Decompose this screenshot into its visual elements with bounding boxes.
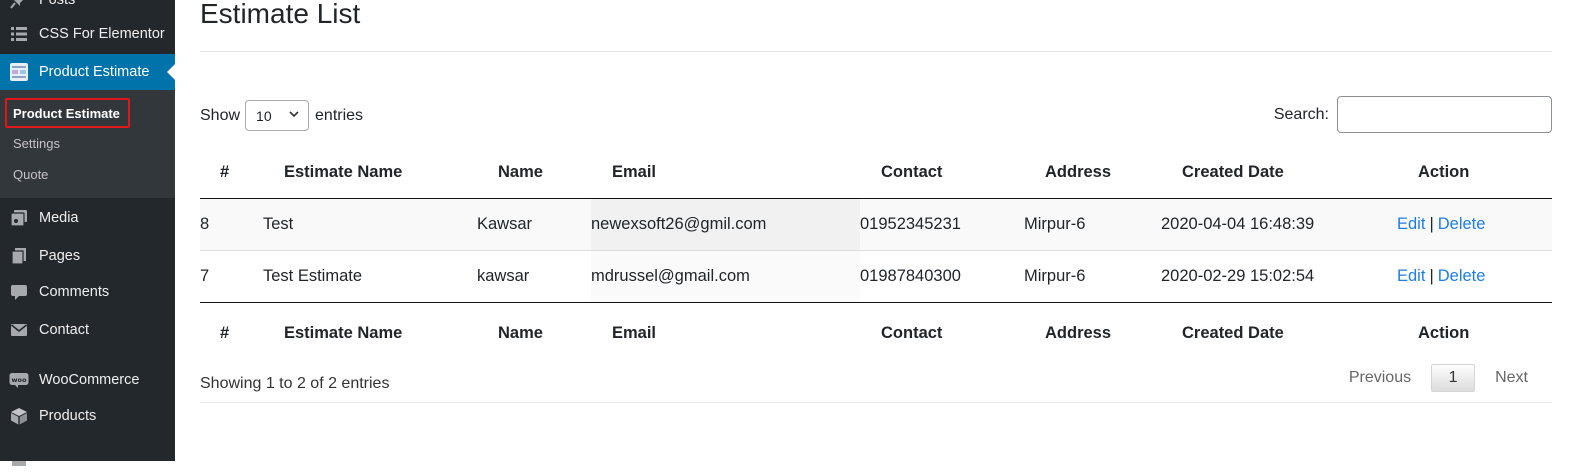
cell-estimate-name: Test <box>263 198 477 251</box>
sidebar-item-partial[interactable] <box>0 440 175 476</box>
search-control: Search: <box>1274 96 1552 133</box>
estimate-plugin-icon <box>9 62 29 82</box>
footer-header-action: Action <box>1397 302 1552 363</box>
sidebar-item-products[interactable]: Products <box>0 398 175 434</box>
search-input[interactable] <box>1337 96 1552 133</box>
chevron-down-icon <box>288 107 300 123</box>
submenu-item-quote[interactable]: Quote <box>13 167 48 182</box>
entries-label: entries <box>315 106 364 124</box>
footer-header-contact: Contact <box>860 302 1024 363</box>
pin-icon <box>9 0 29 10</box>
column-header-created-date[interactable]: Created Date <box>1161 146 1397 199</box>
sidebar-item-comments[interactable]: Comments <box>0 274 175 310</box>
pages-icon <box>9 246 29 266</box>
previous-page-button[interactable]: Previous <box>1339 369 1421 387</box>
page-title: Estimate List <box>200 0 361 29</box>
sidebar-item-label: Posts <box>39 0 76 8</box>
sidebar-item-label: Pages <box>39 248 81 264</box>
table-footer-row: # Estimate Name Name Email Contact Addre… <box>200 302 1552 363</box>
cell-action: Edit | Delete <box>1397 198 1552 251</box>
column-header-estimate-name[interactable]: Estimate Name <box>263 146 477 199</box>
table-row: 7 Test Estimate kawsar mdrussel@gmail.co… <box>200 250 1552 303</box>
column-header-contact[interactable]: Contact <box>860 146 1024 199</box>
sidebar-item-label: WooCommerce <box>39 372 140 388</box>
table-info-text: Showing 1 to 2 of 2 entries <box>200 375 390 392</box>
estimate-table: # Estimate Name Name Email Contact Addre… <box>200 146 1552 363</box>
cell-name: kawsar <box>477 267 530 285</box>
show-label: Show <box>200 106 241 124</box>
cell-created-date: 2020-04-04 16:48:39 <box>1161 198 1397 251</box>
media-icon <box>9 208 29 228</box>
sidebar-item-label: CSS For Elementor <box>39 26 165 42</box>
action-separator: | <box>1429 267 1434 285</box>
footer-header-id: # <box>200 302 263 363</box>
sidebar-item-label: Product Estimate <box>39 64 150 80</box>
column-header-id[interactable]: # <box>200 146 263 199</box>
cell-email: newexsoft26@gmil.com <box>591 198 860 251</box>
envelope-icon <box>9 320 29 340</box>
sidebar-item-label: Comments <box>39 284 110 300</box>
page-length-select[interactable]: 10 <box>245 100 310 131</box>
delete-link[interactable]: Delete <box>1438 267 1486 285</box>
admin-sidebar: Posts CSS For Elementor Product Estimate… <box>0 0 175 466</box>
list-icon <box>9 24 29 44</box>
page-button-current[interactable]: 1 <box>1431 364 1476 392</box>
sidebar-item-contact[interactable]: Contact <box>0 312 175 348</box>
footer-header-estimate-name: Estimate Name <box>263 302 477 363</box>
sidebar-item-woocommerce[interactable]: woo WooCommerce <box>0 362 175 398</box>
action-separator: | <box>1429 215 1434 233</box>
highlight-annotation-box <box>5 98 130 128</box>
sidebar-item-pages[interactable]: Pages <box>0 238 175 274</box>
cell-contact: 01987840300 <box>860 267 961 285</box>
cell-address: Mirpur-6 <box>1024 267 1086 285</box>
sidebar-item-media[interactable]: Media <box>0 200 175 236</box>
cell-estimate-name: Test Estimate <box>263 267 363 285</box>
column-header-action[interactable]: Action <box>1397 146 1552 199</box>
cell-action: Edit | Delete <box>1397 251 1552 303</box>
table-row: 8 Test Kawsar newexsoft26@gmil.com 01952… <box>200 198 1552 251</box>
woo-icon: woo <box>9 370 29 390</box>
box-icon <box>9 406 29 426</box>
sidebar-item-label: Products <box>39 408 97 424</box>
page-length-control: Show 10 entries <box>200 100 363 131</box>
svg-text:woo: woo <box>12 376 27 384</box>
bottom-divider <box>200 402 1552 403</box>
footer-header-name: Name <box>477 302 591 363</box>
sidebar-item-product-estimate[interactable]: Product Estimate <box>0 54 175 90</box>
page-length-value: 10 <box>256 107 272 124</box>
title-divider <box>200 51 1552 52</box>
submenu-item-settings[interactable]: Settings <box>13 136 60 151</box>
cell-id: 8 <box>200 198 263 251</box>
cell-address: Mirpur-6 <box>1024 198 1161 251</box>
cell-id: 7 <box>200 267 210 285</box>
pagination: Previous 1 Next <box>1339 364 1538 392</box>
edit-link[interactable]: Edit <box>1397 267 1425 285</box>
table-header-row: # Estimate Name Name Email Contact Addre… <box>200 146 1552 199</box>
footer-header-address: Address <box>1024 302 1161 363</box>
sidebar-item-label: Media <box>39 210 79 226</box>
cell-created-date: 2020-02-29 15:02:54 <box>1161 267 1315 285</box>
cell-contact: 01952345231 <box>860 198 1024 251</box>
column-header-email[interactable]: Email <box>591 146 860 199</box>
cell-email: mdrussel@gmail.com <box>591 250 860 303</box>
cell-name: Kawsar <box>477 198 591 251</box>
sidebar-item-css-for-elementor[interactable]: CSS For Elementor <box>0 16 175 52</box>
footer-header-email: Email <box>591 302 860 363</box>
column-header-name[interactable]: Name <box>477 146 591 199</box>
footer-header-created-date: Created Date <box>1161 302 1397 363</box>
search-label: Search: <box>1273 105 1329 123</box>
delete-link[interactable]: Delete <box>1438 215 1486 233</box>
comment-icon <box>9 282 29 302</box>
edit-link[interactable]: Edit <box>1397 215 1425 233</box>
menu-icon <box>9 448 29 468</box>
column-header-address[interactable]: Address <box>1024 146 1161 199</box>
sidebar-item-label: Contact <box>39 322 89 338</box>
next-page-button[interactable]: Next <box>1485 369 1538 387</box>
